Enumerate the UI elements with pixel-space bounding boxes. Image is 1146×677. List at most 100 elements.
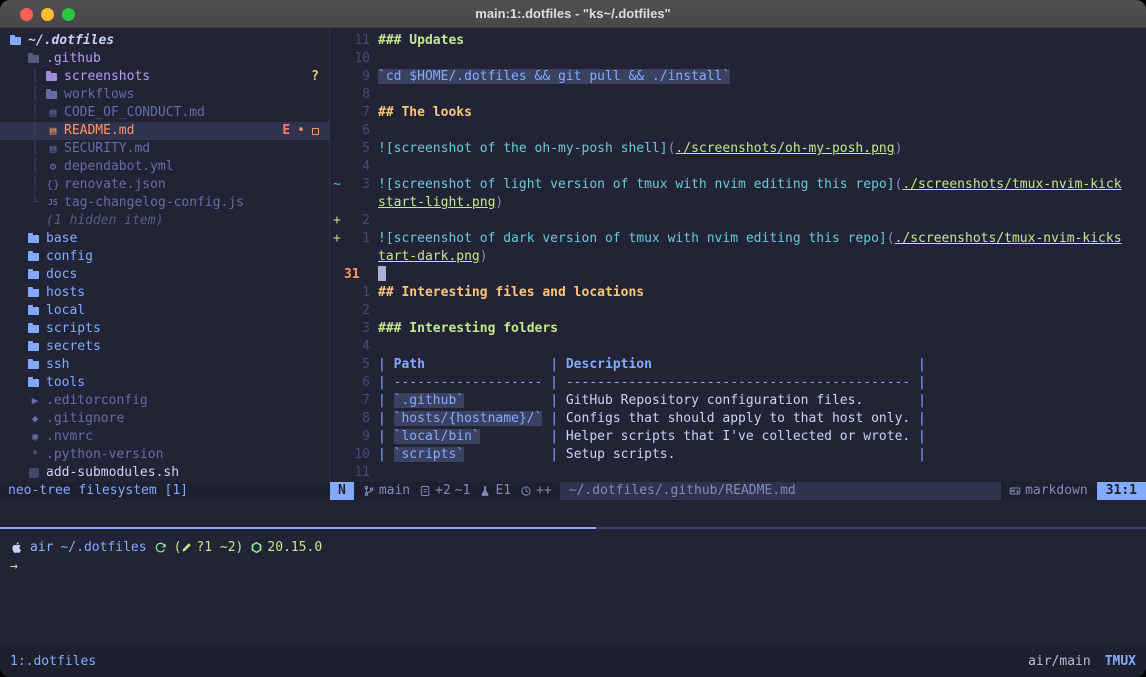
editor-line[interactable]: 10| `scripts` | Setup scripts. | — [330, 446, 1146, 464]
file-icon: ▶ — [28, 392, 46, 410]
zoom-button[interactable] — [62, 8, 75, 21]
tree-item[interactable]: │▤CODE_OF_CONDUCT.md — [0, 104, 329, 122]
markdown-icon — [1009, 485, 1021, 497]
tree-item[interactable]: hosts — [0, 284, 329, 302]
text-segment — [675, 447, 910, 462]
editor-line[interactable]: +1![screenshot of dark version of tmux w… — [330, 230, 1146, 248]
tree-item[interactable]: │▤SECURITY.md — [0, 140, 329, 158]
gitsign-column — [330, 248, 343, 266]
tree-item[interactable]: tools — [0, 374, 329, 392]
editor-line-text: tart-dark.png) — [370, 248, 1146, 266]
text-segment: | — [542, 411, 565, 426]
file-icon: ◉ — [28, 428, 46, 446]
tmux-statusbar: 1:.dotfiles air/main TMUX — [0, 646, 1146, 677]
git-branch-segment: main — [363, 482, 410, 500]
editor-line[interactable]: 5| Path | Description | — [330, 356, 1146, 374]
text-segment: | — [910, 393, 926, 408]
tree-item[interactable]: └JStag-changelog-config.js — [0, 194, 329, 212]
editor-line-text: ## The looks — [370, 104, 1146, 122]
editor-line-text: ### Interesting folders — [370, 320, 1146, 338]
tree-item-label: tools — [46, 374, 85, 392]
gitsign-column — [330, 410, 343, 428]
folder-icon — [46, 91, 64, 99]
editor-line[interactable]: 6| ------------------- | ---------------… — [330, 374, 1146, 392]
editor-line[interactable]: 2 — [330, 302, 1146, 320]
tree-item[interactable]: ◉.nvmrc — [0, 428, 329, 446]
tree-item[interactable]: │{}renovate.json — [0, 176, 329, 194]
editor-line[interactable]: tart-dark.png) — [330, 248, 1146, 266]
tree-item[interactable]: ◆.gitignore — [0, 410, 329, 428]
shell-pane[interactable]: air ~/.dotfiles ( ?1 ~2) 20.15.0 → — [0, 529, 1146, 646]
tree-item[interactable]: add-submodules.sh — [0, 464, 329, 482]
tree-item[interactable]: ssh — [0, 356, 329, 374]
line-number — [343, 248, 370, 266]
editor-line[interactable]: ~3![screenshot of light version of tmux … — [330, 176, 1146, 194]
gitsign-column — [330, 266, 343, 284]
tree-item[interactable]: config — [0, 248, 329, 266]
neotree-statusline: neo-tree filesystem [1] — [0, 482, 330, 500]
tree-item[interactable]: docs — [0, 266, 329, 284]
text-segment: Setup scripts. — [566, 447, 676, 462]
editor-line[interactable]: 4 — [330, 158, 1146, 176]
gitsign-column — [330, 464, 343, 482]
indent-guide: │ — [28, 176, 46, 194]
editor-line[interactable]: 8 — [330, 86, 1146, 104]
tmux-window-item[interactable]: 1:.dotfiles — [10, 654, 96, 669]
tree-item[interactable]: ▶.editorconfig — [0, 392, 329, 410]
folder-icon — [28, 55, 46, 63]
tree-item[interactable]: local — [0, 302, 329, 320]
tree-item-label: CODE_OF_CONDUCT.md — [64, 104, 205, 122]
gitsign-column — [330, 428, 343, 446]
text-segment — [425, 357, 542, 372]
line-number: 3 — [343, 176, 370, 194]
folder-icon — [28, 289, 46, 297]
text-segment: Configs that should apply to that host o… — [566, 411, 910, 426]
text-segment: `scripts` — [394, 447, 464, 462]
tree-item[interactable]: │⚙dependabot.yml — [0, 158, 329, 176]
tree-item[interactable]: │▤README.mdE• — [0, 122, 329, 140]
editor-line[interactable]: 5![screenshot of the oh-my-posh shell](.… — [330, 140, 1146, 158]
editor-line-text — [370, 50, 1146, 68]
tree-item[interactable]: │workflows — [0, 86, 329, 104]
close-button[interactable] — [20, 8, 33, 21]
editor-line[interactable]: 7## The looks — [330, 104, 1146, 122]
tree-item[interactable]: ~/.dotfiles — [0, 32, 329, 50]
file-icon: ▤ — [46, 122, 64, 140]
gitsign-column — [330, 86, 343, 104]
tree-item[interactable]: base — [0, 230, 329, 248]
folder-icon — [10, 37, 28, 45]
tree-item[interactable]: │screenshots? — [0, 68, 329, 86]
editor-line[interactable]: +2 — [330, 212, 1146, 230]
editor-line[interactable]: 1## Interesting files and locations — [330, 284, 1146, 302]
tree-item[interactable]: .github — [0, 50, 329, 68]
editor-line[interactable]: 9| `local/bin` | Helper scripts that I'v… — [330, 428, 1146, 446]
indent-guide: │ — [28, 122, 46, 140]
file-diff-icon — [419, 485, 431, 497]
editor-line[interactable]: start-light.png) — [330, 194, 1146, 212]
editor-line[interactable]: 31 — [330, 266, 1146, 284]
editor-line[interactable]: 4 — [330, 338, 1146, 356]
tree-item-label: .editorconfig — [46, 392, 148, 410]
tree-item-label: screenshots — [64, 68, 150, 86]
editor-line[interactable]: 7| `.github` | GitHub Repository configu… — [330, 392, 1146, 410]
tree-item[interactable]: (1 hidden item) — [0, 212, 329, 230]
line-number: 2 — [343, 212, 370, 230]
editor-line[interactable]: 10 — [330, 50, 1146, 68]
editor-line[interactable]: 6 — [330, 122, 1146, 140]
shell-input-line[interactable]: → — [10, 557, 1146, 576]
tree-item[interactable]: *.python-version — [0, 446, 329, 464]
tree-item[interactable]: scripts — [0, 320, 329, 338]
window-title: main:1:.dotfiles - "ks~/.dotfiles" — [475, 6, 670, 21]
tree-item[interactable]: secrets — [0, 338, 329, 356]
editor-line[interactable]: 9`cd $HOME/.dotfiles && git pull && ./in… — [330, 68, 1146, 86]
markdown-link: ./screenshots/tmux-nvim-kick — [902, 177, 1121, 192]
editor-line[interactable]: 11 — [330, 464, 1146, 482]
line-number: 7 — [343, 392, 370, 410]
indent-guide: │ — [28, 86, 46, 104]
gitsign-column — [330, 194, 343, 212]
editor-line[interactable]: 8| `hosts/{hostname}/` | Configs that sh… — [330, 410, 1146, 428]
editor-gutter: 6 — [330, 374, 370, 392]
minimize-button[interactable] — [41, 8, 54, 21]
editor-line[interactable]: 11### Updates — [330, 32, 1146, 50]
editor-line[interactable]: 3### Interesting folders — [330, 320, 1146, 338]
